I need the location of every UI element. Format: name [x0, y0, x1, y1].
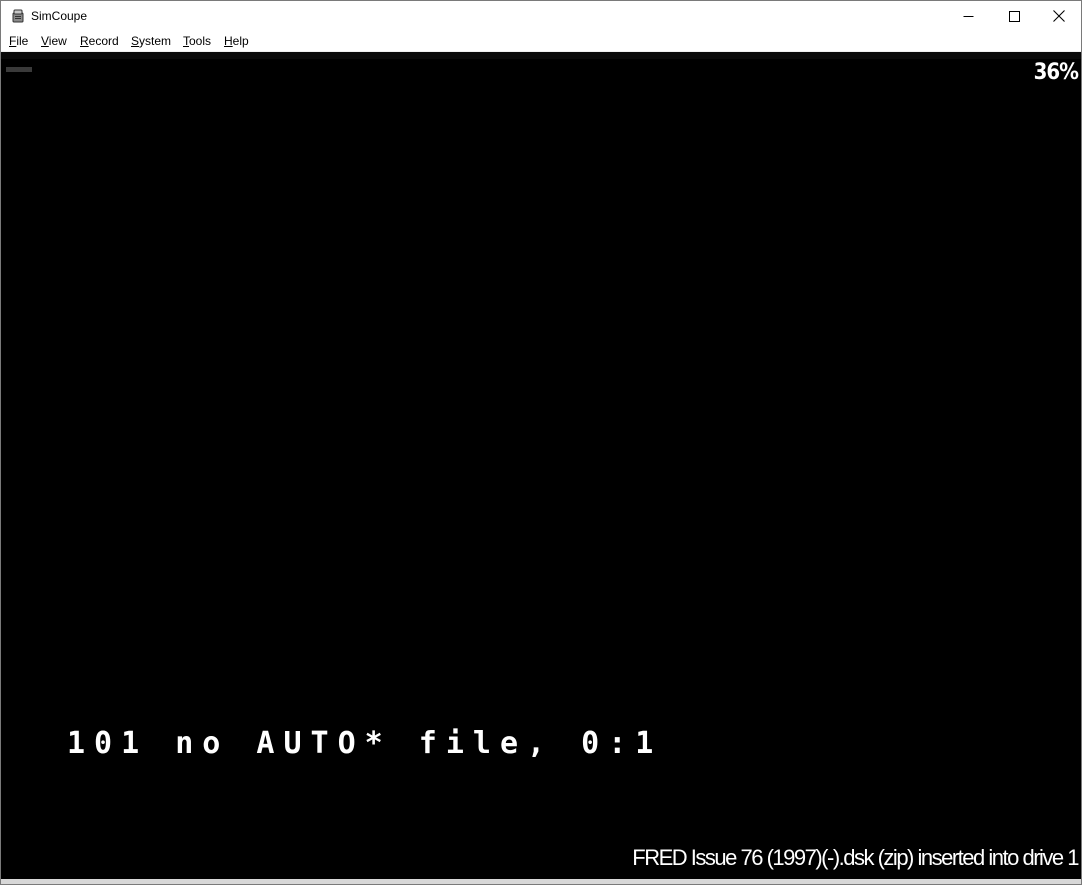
- speed-indicator: 36%: [1033, 60, 1079, 85]
- menu-record[interactable]: Record: [80, 34, 119, 48]
- window-bottom-edge: [1, 879, 1081, 884]
- menu-file[interactable]: File: [9, 34, 28, 48]
- close-icon: [1053, 10, 1065, 22]
- simcoupe-app-icon[interactable]: [10, 8, 26, 24]
- basic-error-message: 101 no AUTO* file, 0:1: [67, 726, 663, 761]
- minimize-icon: [963, 15, 973, 17]
- menu-view[interactable]: View: [41, 34, 67, 48]
- screen-border: [1, 52, 1081, 59]
- status-message: FRED Issue 76 (1997)(-).dsk (zip) insert…: [632, 845, 1079, 870]
- emulator-screen[interactable]: 36% 101 no AUTO* file, 0:1 FRED Issue 76…: [1, 52, 1081, 879]
- title-bar[interactable]: SimCoupe: [1, 1, 1081, 31]
- menu-tools[interactable]: Tools: [183, 34, 211, 48]
- menu-bar: File View Record System Tools Help: [1, 31, 1081, 51]
- close-button[interactable]: [1036, 1, 1081, 31]
- window-title: SimCoupe: [31, 9, 88, 23]
- maximize-button[interactable]: [991, 1, 1037, 31]
- menu-help[interactable]: Help: [224, 34, 249, 48]
- drive-led-indicator: [6, 67, 32, 72]
- app-window: SimCoupe File View Record System Tools H…: [0, 0, 1082, 885]
- maximize-icon: [1008, 10, 1020, 22]
- menu-system[interactable]: System: [131, 34, 171, 48]
- minimize-button[interactable]: [945, 1, 991, 31]
